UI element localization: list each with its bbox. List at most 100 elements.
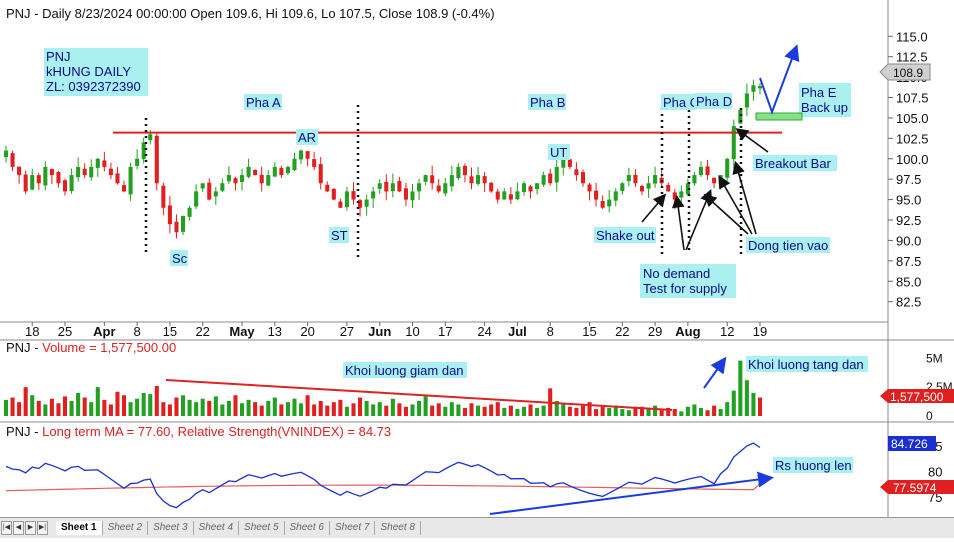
candle-body <box>731 126 736 160</box>
volume-bar <box>128 402 133 416</box>
volume-bar <box>220 404 225 416</box>
volume-bar <box>725 402 730 416</box>
rs-badge-text: 84.726 <box>891 437 928 451</box>
candle-body <box>502 191 507 200</box>
tab-last-button[interactable]: ▶| <box>37 521 48 535</box>
tab-sheet-7[interactable]: Sheet 7 <box>330 521 376 535</box>
date-tick-label: 8 <box>134 324 141 339</box>
volume-bar <box>567 406 572 416</box>
candle-body <box>187 207 192 217</box>
candle-body <box>23 174 28 192</box>
volume-pane-title: PNJ - Volume = 1,577,500.00 <box>6 340 176 355</box>
volume-bar <box>528 404 533 416</box>
pha-e-label: Pha E <box>801 85 837 100</box>
candle-body <box>102 160 107 167</box>
candle-body <box>43 166 48 186</box>
candle-body <box>377 183 382 189</box>
candle-body <box>403 188 408 200</box>
volume-bar <box>443 406 448 416</box>
candle-body <box>535 183 540 190</box>
candle-body <box>259 174 264 184</box>
date-tick-label: 19 <box>753 324 767 339</box>
price-badge: 108.9 <box>879 63 931 81</box>
volume-bar <box>607 407 612 416</box>
candle-body <box>3 150 9 158</box>
date-tick-label: Aug <box>675 324 700 339</box>
tab-sheet-4[interactable]: Sheet 4 <box>194 521 240 535</box>
volume-bar <box>148 394 153 416</box>
chart-canvas[interactable]: 5M2.5M0 758085 82.585.087.590.092.595.09… <box>0 0 954 537</box>
candle-body <box>528 186 533 192</box>
chart-window: 5M2.5M0 758085 82.585.087.590.092.595.09… <box>0 0 954 537</box>
candle-body <box>613 191 618 201</box>
candle-body <box>594 190 599 200</box>
candle-body <box>449 175 454 187</box>
volume-bar <box>3 399 9 416</box>
price-tick-label: 97.5 <box>896 172 921 187</box>
volume-bar <box>30 395 35 416</box>
volume-bar <box>154 386 159 416</box>
volume-bar <box>161 402 166 416</box>
backup-zone <box>755 112 803 121</box>
candle-body <box>548 173 553 184</box>
candle-body <box>436 185 441 192</box>
candle-body <box>646 183 651 189</box>
volume-bar <box>633 407 638 416</box>
volume-bar <box>403 406 408 416</box>
date-tick-label: 20 <box>300 324 314 339</box>
date-tick-label: 17 <box>438 324 452 339</box>
tab-sheet-1[interactable]: Sheet 1 <box>56 521 103 535</box>
candle-body <box>574 169 579 176</box>
candle-body <box>344 191 349 208</box>
candle-body <box>95 158 100 168</box>
candle-body <box>161 185 166 208</box>
volume-bar <box>305 395 310 416</box>
volume-bar <box>364 401 369 416</box>
ar-label: AR <box>298 130 316 145</box>
candle-body <box>653 175 658 184</box>
volume-bar <box>594 409 599 416</box>
volume-bar <box>384 405 389 416</box>
indicator-tick-label: 80 <box>928 464 942 479</box>
volume-bar <box>108 404 113 416</box>
candle-body <box>725 158 730 178</box>
volume-bar <box>580 405 586 416</box>
tab-sheet-2[interactable]: Sheet 2 <box>103 521 149 535</box>
volume-bar <box>469 403 474 416</box>
volume-bar <box>56 403 61 416</box>
candle-body <box>515 191 520 200</box>
volume-bar <box>685 406 690 416</box>
date-tick-label: 18 <box>25 324 39 339</box>
price-tick-label: 95.0 <box>896 193 921 208</box>
candle-body <box>272 166 277 177</box>
ticker-contact: ZL: 0392372390 <box>46 79 141 94</box>
volume-bar <box>226 401 231 416</box>
price-tick-label: 85.0 <box>896 274 921 289</box>
volume-bar <box>574 407 579 416</box>
volume-bar <box>653 405 658 416</box>
candle-body <box>580 172 586 184</box>
candle-body <box>508 194 513 200</box>
tab-sheet-3[interactable]: Sheet 3 <box>148 521 194 535</box>
volume-bar <box>679 411 684 416</box>
volume-bar <box>738 360 743 416</box>
tab-sheet-5[interactable]: Sheet 5 <box>239 521 285 535</box>
candle-body <box>220 183 225 191</box>
volume-bar <box>410 404 415 416</box>
tab-next-button[interactable]: ▶ <box>25 521 36 535</box>
volume-bar <box>187 399 192 416</box>
date-tick-label: 15 <box>163 324 177 339</box>
volume-bar <box>705 410 710 416</box>
volume-bar <box>692 404 697 416</box>
tab-first-button[interactable]: |◀ <box>1 521 12 535</box>
sheet-tab-bar: |◀ ◀ ▶ ▶| Sheet 1 Sheet 2 Sheet 3 Sheet … <box>0 517 954 538</box>
tab-prev-button[interactable]: ◀ <box>13 521 24 535</box>
candle-body <box>587 184 592 192</box>
volume-bar <box>508 405 513 416</box>
price-tick-label: 82.5 <box>896 295 921 310</box>
volume-bar <box>135 398 140 416</box>
price-badge-text: 108.9 <box>893 66 923 80</box>
tab-sheet-6[interactable]: Sheet 6 <box>285 521 330 535</box>
tab-sheet-8[interactable]: Sheet 8 <box>375 521 421 535</box>
candle-body <box>62 180 68 192</box>
